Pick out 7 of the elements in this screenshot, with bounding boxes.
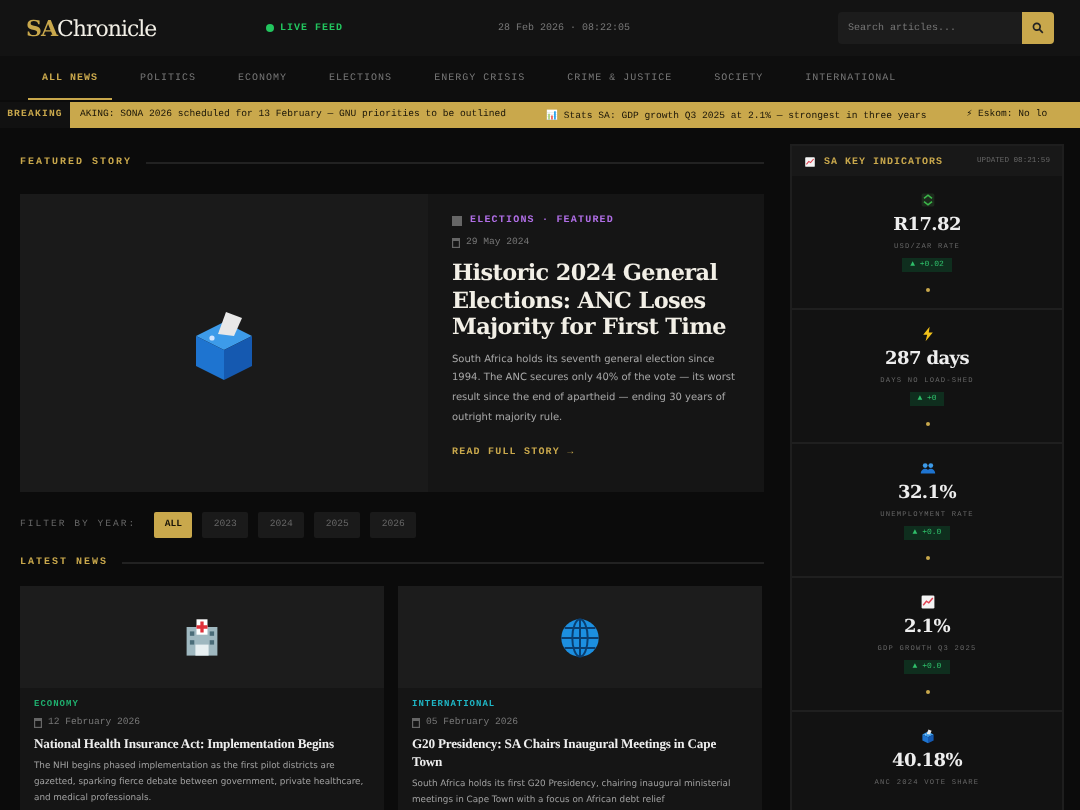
- logo[interactable]: SAChronicle: [26, 15, 266, 41]
- indicator-value: 287 days: [885, 350, 969, 370]
- indicator-value: 32.1%: [898, 484, 956, 504]
- indicator-value: R17.82: [893, 216, 961, 236]
- indicator-value: 2.1%: [903, 618, 950, 638]
- indicator-value: 40.18%: [892, 752, 962, 772]
- headline[interactable]: Historic 2024 General Elections: ANC Loses Majority for First Time: [452, 260, 740, 341]
